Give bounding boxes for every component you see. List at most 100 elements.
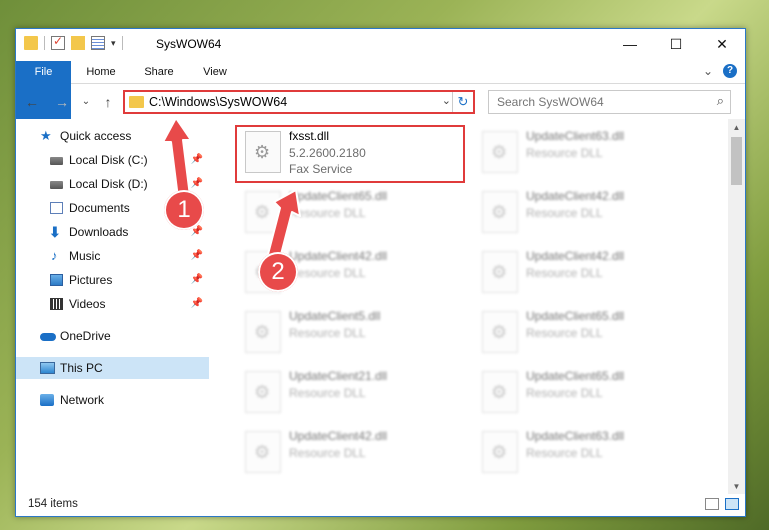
customize-view-icon[interactable] <box>91 36 105 50</box>
pin-icon[interactable]: 📌 <box>191 269 203 291</box>
tab-share[interactable]: Share <box>136 61 182 83</box>
file-item[interactable]: ⚙ UpdateClient65.dll Resource DLL <box>472 305 702 363</box>
file-item[interactable]: ⚙ UpdateClient42.dll Resource DLL <box>235 425 465 483</box>
ribbon-tabs: File Home Share View ⌄ ? <box>16 61 745 119</box>
refresh-button[interactable]: ↻ <box>452 92 473 112</box>
file-name: UpdateClient42.dll <box>526 249 625 263</box>
properties-icon[interactable] <box>51 34 65 50</box>
file-description: Resource DLL <box>289 206 366 220</box>
tab-view[interactable]: View <box>194 61 236 83</box>
pin-icon[interactable]: 📌 <box>191 245 203 267</box>
address-bar[interactable]: C:\Windows\SysWOW64 ⌄ ↻ <box>123 90 475 114</box>
videos-icon <box>50 298 63 310</box>
dll-file-icon: ⚙ <box>482 251 518 293</box>
file-description: Resource DLL <box>526 446 603 460</box>
dll-file-icon: ⚙ <box>245 311 281 353</box>
separator <box>121 36 123 50</box>
sidebar-item-label: Quick access <box>60 129 132 143</box>
gear-icon: ⚙ <box>491 382 508 402</box>
address-path[interactable]: C:\Windows\SysWOW64 <box>149 95 287 109</box>
file-name: UpdateClient21.dll <box>289 369 388 383</box>
file-item[interactable]: ⚙ UpdateClient65.dll Resource DLL <box>472 365 702 423</box>
file-name: fxsst.dll <box>289 129 330 143</box>
sidebar-item-label: Music <box>69 249 101 263</box>
minimize-button[interactable]: — <box>607 29 653 59</box>
pin-icon[interactable]: 📌 <box>191 149 203 171</box>
file-description: Resource DLL <box>289 326 366 340</box>
file-item[interactable]: ⚙ UpdateClient5.dll Resource DLL <box>235 305 465 363</box>
navigation-pane: ★ Quick access Local Disk (C:) 📌 Local D… <box>16 125 209 495</box>
search-input[interactable] <box>495 94 699 110</box>
scrollbar-thumb[interactable] <box>731 137 742 185</box>
file-name: UpdateClient42.dll <box>289 429 388 443</box>
title-bar: ▾ SysWOW64 — ☐ ✕ <box>16 29 745 61</box>
search-box[interactable]: ⌕ <box>488 90 731 114</box>
dll-file-icon: ⚙ <box>482 311 518 353</box>
scroll-down-icon[interactable]: ▼ <box>728 478 745 495</box>
navigation-bar: ← → ⌄ ↑ C:\Windows\SysWOW64 ⌄ ↻ ⌕ <box>16 89 745 115</box>
disk-icon <box>50 181 63 189</box>
sidebar-item-label: Local Disk (D:) <box>69 177 148 191</box>
gear-icon: ⚙ <box>491 442 508 462</box>
tab-home[interactable]: Home <box>78 61 124 83</box>
downloads-icon: ⬇ <box>49 224 61 240</box>
step-2-badge: 2 <box>258 252 298 292</box>
sidebar-item-videos[interactable]: Videos 📌 <box>16 293 209 315</box>
dll-file-icon: ⚙ <box>482 431 518 473</box>
vertical-scrollbar[interactable]: ▲ ▼ <box>728 119 745 495</box>
close-button[interactable]: ✕ <box>699 29 745 59</box>
sidebar-item-label: Videos <box>69 297 106 311</box>
dll-file-icon: ⚙ <box>245 191 281 233</box>
file-item[interactable]: ⚙ UpdateClient42.dll Resource DLL <box>472 245 702 303</box>
sidebar-item-music[interactable]: ♪ Music 📌 <box>16 245 209 267</box>
details-view-icon[interactable] <box>705 498 719 510</box>
window-title: SysWOW64 <box>156 37 222 51</box>
file-description: Resource DLL <box>526 386 603 400</box>
recent-locations-button[interactable]: ⌄ <box>76 92 96 112</box>
file-item[interactable]: ⚙ UpdateClient63.dll Resource DLL <box>472 425 702 483</box>
file-description: Resource DLL <box>289 446 366 460</box>
sidebar-item-this-pc[interactable]: This PC <box>16 357 209 379</box>
explorer-window: ▾ SysWOW64 — ☐ ✕ File Home Share View ⌄ … <box>15 28 746 517</box>
file-item[interactable]: ⚙ UpdateClient42.dll Resource DLL <box>472 185 702 243</box>
up-button[interactable]: ↑ <box>98 92 118 112</box>
pin-icon[interactable]: 📌 <box>191 293 203 315</box>
file-item[interactable]: ⚙ UpdateClient21.dll Resource DLL <box>235 365 465 423</box>
folder-icon <box>24 36 38 50</box>
pictures-icon <box>50 274 63 286</box>
new-folder-icon[interactable] <box>71 36 85 50</box>
file-name: UpdateClient63.dll <box>526 129 625 143</box>
onedrive-icon <box>40 333 56 341</box>
sidebar-item-quick-access[interactable]: ★ Quick access <box>16 125 209 147</box>
gear-icon: ⚙ <box>254 442 271 462</box>
forward-button[interactable]: → <box>52 92 72 112</box>
maximize-button[interactable]: ☐ <box>653 29 699 59</box>
address-dropdown-icon[interactable]: ⌄ <box>442 94 451 107</box>
sidebar-item-network[interactable]: Network <box>16 389 209 411</box>
search-icon[interactable]: ⌕ <box>717 93 724 109</box>
gear-icon: ⚙ <box>254 382 271 402</box>
back-button[interactable]: ← <box>22 92 42 112</box>
view-switcher <box>705 498 739 510</box>
file-item-fxsst[interactable]: ⚙ fxsst.dll 5.2.2600.2180 Fax Service <box>235 125 465 183</box>
gear-icon: ⚙ <box>491 262 508 282</box>
file-item[interactable]: ⚙ UpdateClient63.dll Resource DLL <box>472 125 702 183</box>
large-icons-view-icon[interactable] <box>725 498 739 510</box>
this-pc-icon <box>40 362 55 374</box>
dll-file-icon: ⚙ <box>482 191 518 233</box>
sidebar-item-onedrive[interactable]: OneDrive <box>16 325 209 347</box>
file-item[interactable]: ⚙ UpdateClient65.dll Resource DLL <box>235 185 465 243</box>
file-description: Fax Service <box>289 162 353 176</box>
file-name: UpdateClient5.dll <box>289 309 381 323</box>
sidebar-item-pictures[interactable]: Pictures 📌 <box>16 269 209 291</box>
help-icon[interactable]: ? <box>723 64 737 78</box>
file-version: 5.2.2600.2180 <box>289 146 366 160</box>
file-description: Resource DLL <box>526 206 603 220</box>
dll-file-icon: ⚙ <box>482 131 518 173</box>
sidebar-item-local-disk-c[interactable]: Local Disk (C:) 📌 <box>16 149 209 171</box>
qat-dropdown-icon[interactable]: ▾ <box>111 38 116 49</box>
music-icon: ♪ <box>51 248 58 263</box>
expand-ribbon-icon[interactable]: ⌄ <box>703 64 713 78</box>
scroll-up-icon[interactable]: ▲ <box>728 119 745 136</box>
gear-icon: ⚙ <box>491 142 508 162</box>
